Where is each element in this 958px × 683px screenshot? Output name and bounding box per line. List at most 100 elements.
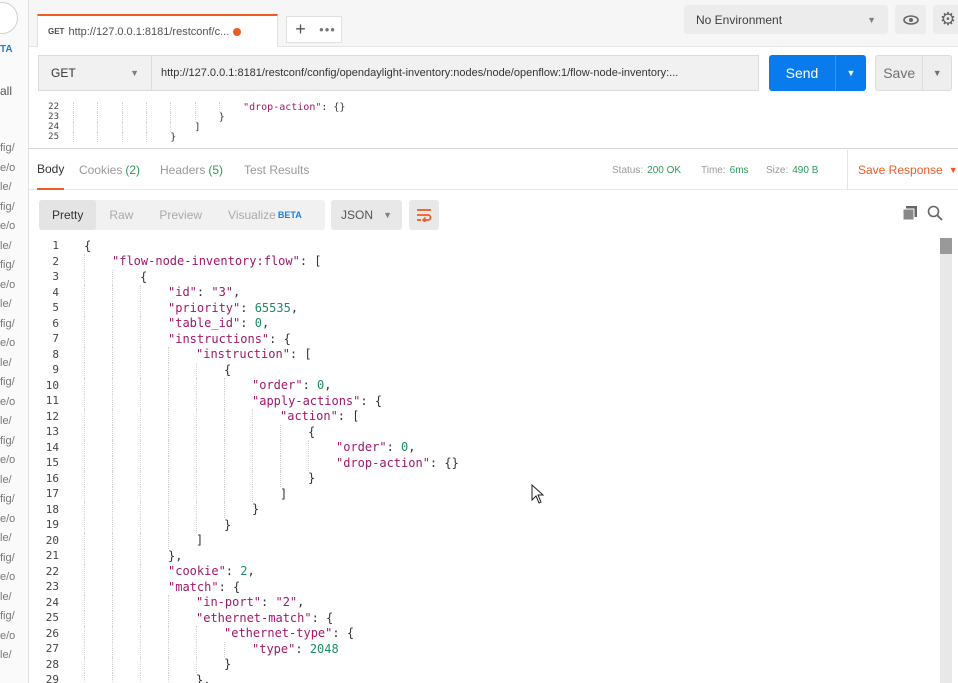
sidebar-history-fragment[interactable]: fig/ xyxy=(0,257,15,274)
indent-guide xyxy=(252,424,253,441)
code-line: 3{ xyxy=(29,269,942,286)
indent-guide xyxy=(112,486,113,503)
save-button[interactable]: Save xyxy=(876,56,924,90)
line-number: 14 xyxy=(45,440,59,454)
request-body-editor[interactable]: 22 "drop-action": {} 23} 24] 25} xyxy=(29,102,958,149)
url-input[interactable]: http://127.0.0.1:8181/restconf/config/op… xyxy=(151,55,759,91)
view-preview[interactable]: Preview xyxy=(146,200,215,230)
view-pretty[interactable]: Pretty xyxy=(39,200,97,230)
sidebar-history-fragment[interactable]: le/ xyxy=(0,355,12,372)
sidebar-history-fragment[interactable]: le/ xyxy=(0,413,12,430)
sidebar-history-fragment[interactable]: e/o xyxy=(0,160,15,177)
indent-guide xyxy=(196,455,197,472)
sidebar-history-fragment[interactable]: e/o xyxy=(0,452,15,469)
code-line: 2 "flow-node-inventory:flow": [ xyxy=(29,254,942,270)
sidebar-history-fragment[interactable]: fig/ xyxy=(0,140,15,157)
json-punctuation: } xyxy=(170,131,177,143)
sidebar-history-fragment[interactable]: fig/ xyxy=(0,550,15,567)
sidebar-history-fragment[interactable]: fig/ xyxy=(0,491,15,508)
indent-guide xyxy=(170,121,172,132)
plus-icon[interactable]: + xyxy=(287,19,314,40)
sidebar-history-fragment[interactable]: e/o xyxy=(0,277,15,294)
sidebar-search-circle[interactable] xyxy=(0,2,18,34)
sidebar-history-fragment[interactable]: e/o xyxy=(0,335,15,352)
json-punctuation: : {} xyxy=(429,455,459,470)
indent-guide xyxy=(218,102,220,112)
indent-guide xyxy=(84,579,85,596)
indent-guide xyxy=(121,102,123,112)
json-punctuation: { xyxy=(84,238,92,253)
indent-guide xyxy=(168,657,169,673)
sidebar-history-fragment[interactable]: le/ xyxy=(0,179,12,196)
sidebar-history-fragment[interactable]: e/o xyxy=(0,394,15,411)
view-raw[interactable]: Raw xyxy=(96,200,146,230)
copy-icon[interactable] xyxy=(903,206,917,220)
send-options-chevron-icon[interactable]: ▼ xyxy=(835,55,866,91)
method-select[interactable]: GET ▼ xyxy=(38,55,151,91)
save-options-chevron-icon[interactable]: ▼ xyxy=(923,56,951,90)
sidebar-history-fragment[interactable]: fig/ xyxy=(0,433,15,450)
sidebar-all-label[interactable]: all xyxy=(0,84,12,98)
send-button[interactable]: Send xyxy=(769,55,835,91)
indent-guide xyxy=(84,440,85,456)
settings-button[interactable]: ⚙ xyxy=(933,5,958,34)
sidebar-history-fragment[interactable]: fig/ xyxy=(0,199,15,216)
line-number: 25 xyxy=(48,132,59,142)
indent-guide xyxy=(140,378,141,394)
search-icon[interactable] xyxy=(927,205,943,221)
format-select[interactable]: JSON ▼ xyxy=(331,200,402,230)
environment-select[interactable]: No Environment ▼ xyxy=(684,5,888,34)
indent-guide xyxy=(140,517,141,534)
response-body-viewer[interactable]: 1{2 "flow-node-inventory:flow": [3{4 "id":… xyxy=(29,238,942,683)
wrap-lines-button[interactable] xyxy=(409,200,439,230)
sidebar-history-fragment[interactable]: e/o xyxy=(0,569,15,586)
code-line: 10 "order": 0, xyxy=(29,378,942,394)
indent-guide xyxy=(140,424,141,441)
request-tab[interactable]: GET http://127.0.0.1:8181/restconf/c... xyxy=(37,14,278,47)
code-text: "instructions": { xyxy=(74,331,291,348)
sidebar-history-fragment[interactable]: e/o xyxy=(0,511,15,528)
sidebar-history-fragment[interactable]: le/ xyxy=(0,647,12,664)
sidebar-history-fragment[interactable]: fig/ xyxy=(0,374,15,391)
indent-guide xyxy=(112,409,113,425)
indent-guide xyxy=(112,455,113,472)
scrollbar-thumb[interactable] xyxy=(940,238,952,254)
save-response-button[interactable]: Save Response ▼ xyxy=(847,150,958,190)
indent-guide xyxy=(308,440,309,456)
sidebar-history-fragment[interactable]: e/o xyxy=(0,628,15,645)
line-number: 28 xyxy=(45,657,59,671)
tab-headers[interactable]: Headers (5) xyxy=(160,150,223,190)
indent-guide xyxy=(121,111,123,122)
code-text: } xyxy=(74,502,259,518)
sidebar-history-fragment[interactable]: le/ xyxy=(0,589,12,606)
line-number: 22 xyxy=(48,102,59,112)
sidebar-history-fragment[interactable]: fig/ xyxy=(0,608,15,625)
sidebar-history-fragment[interactable]: le/ xyxy=(0,472,12,489)
environment-quick-look-button[interactable] xyxy=(895,5,926,34)
indent-guide xyxy=(140,533,141,549)
vertical-scrollbar[interactable] xyxy=(940,238,952,683)
sidebar-history-fragment[interactable]: fig/ xyxy=(0,316,15,333)
indent-guide xyxy=(140,641,141,658)
chevron-down-icon: ▼ xyxy=(948,165,958,175)
sidebar-history-fragment[interactable]: le/ xyxy=(0,296,12,313)
tab-test-results[interactable]: Test Results xyxy=(244,150,309,190)
more-icon[interactable]: ••• xyxy=(314,22,341,37)
line-number: 17 xyxy=(45,487,59,501)
indent-guide xyxy=(84,269,85,286)
sidebar: TA all fig/e/o le/fig/e/o le/fig/e/o le/fig… xyxy=(0,0,29,683)
json-number: 0 xyxy=(254,316,262,331)
view-visualize[interactable]: Visualize BETA xyxy=(215,200,315,230)
indent-guide xyxy=(140,300,141,317)
sidebar-history-fragment[interactable]: e/o xyxy=(0,218,15,235)
tab-cookies[interactable]: Cookies (2) xyxy=(79,150,140,190)
sidebar-history-fragment[interactable]: le/ xyxy=(0,530,12,547)
sidebar-history-fragment[interactable]: le/ xyxy=(0,238,12,255)
indent-guide xyxy=(97,131,99,142)
tab-body[interactable]: Body xyxy=(37,150,65,190)
indent-guide xyxy=(170,102,172,112)
code-text: "ethernet-type": { xyxy=(74,626,354,642)
code-line: 9{ xyxy=(29,362,942,379)
indent-guide xyxy=(168,362,169,379)
code-line: 29}, xyxy=(29,672,942,683)
